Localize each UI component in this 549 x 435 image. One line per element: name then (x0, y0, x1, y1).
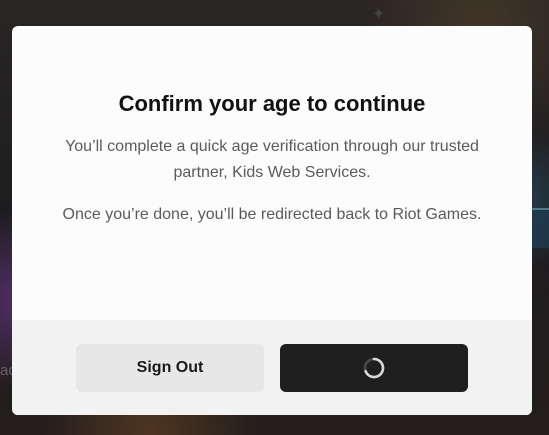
background-banner-fragment (532, 208, 549, 248)
loading-spinner-icon (363, 357, 385, 379)
age-verification-dialog: Confirm your age to continue You’ll comp… (12, 26, 532, 415)
dialog-footer: Sign Out (12, 320, 532, 415)
continue-button[interactable] (280, 344, 468, 392)
sign-out-button[interactable]: Sign Out (76, 344, 264, 392)
dialog-title: Confirm your age to continue (118, 91, 426, 116)
redirect-notice: Once you’re done, you’ll be redirected b… (62, 206, 482, 223)
verification-description: You’ll complete a quick age verification… (65, 138, 479, 181)
dialog-body: Confirm your age to continue You’ll comp… (12, 26, 532, 320)
sparkle-icon: ✦ (372, 4, 386, 23)
